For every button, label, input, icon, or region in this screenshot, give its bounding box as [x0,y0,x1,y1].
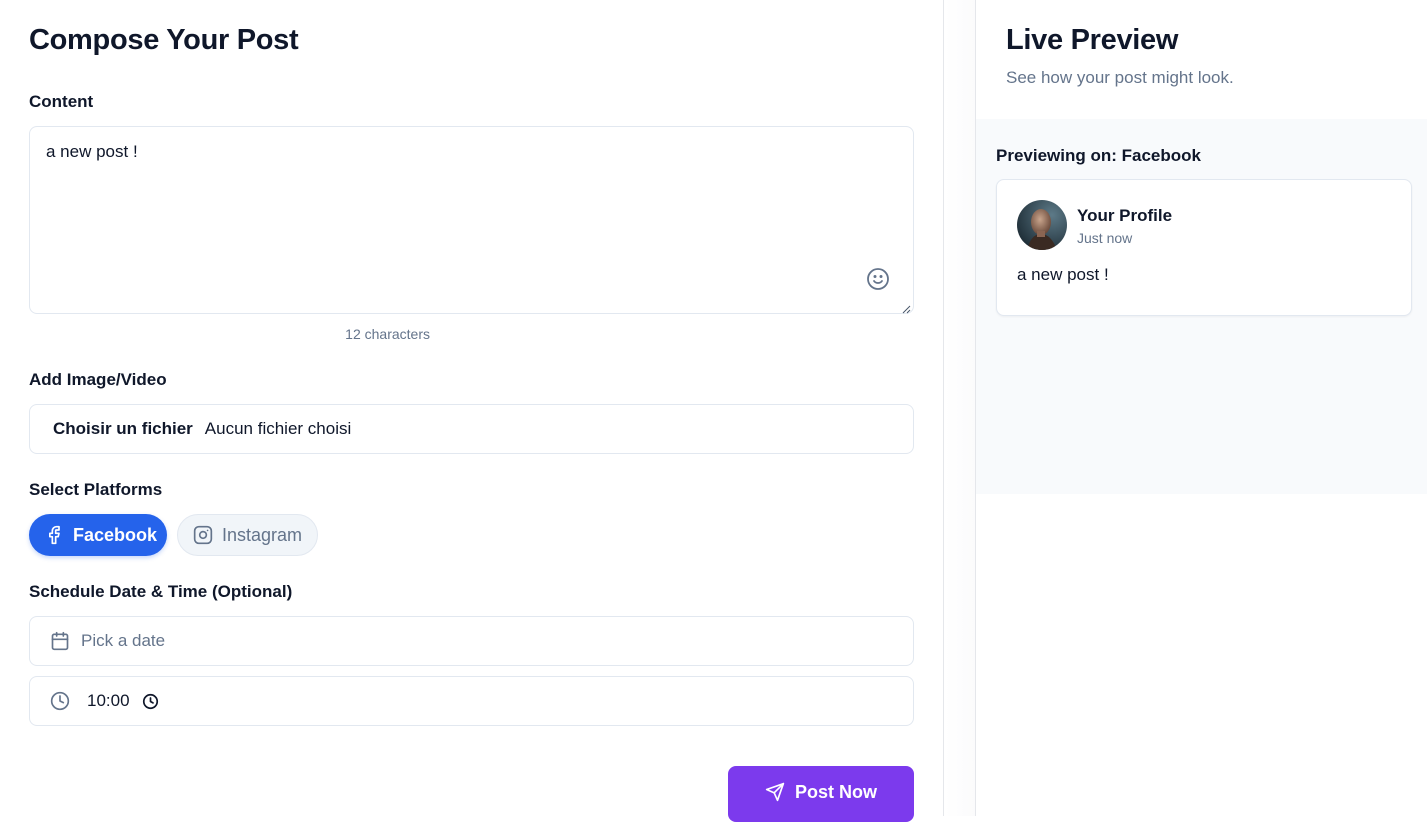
file-upload-input[interactable]: Choisir un fichier Aucun fichier choisi [29,404,914,454]
content-label: Content [29,92,94,111]
platform-instagram-label: Instagram [222,524,303,545]
character-count: 12 characters [345,326,430,342]
date-placeholder: Pick a date [81,631,166,650]
preview-subtitle: See how your post might look. [1006,68,1234,87]
platform-facebook-label: Facebook [73,524,158,545]
file-status: Aucun fichier choisi [204,419,352,438]
platforms-label: Select Platforms [29,480,163,499]
clock-icon [50,691,70,711]
avatar [1017,200,1067,250]
previewing-platform-label: Previewing on: Facebook [996,146,1201,165]
preview-post-text: a new post ! [1017,265,1109,284]
platform-facebook-button[interactable]: Facebook [29,514,167,556]
preview-area: Previewing on: Facebook Your Profile Jus… [976,119,1427,494]
compose-panel: Compose Your Post Content a new post ! 1… [0,0,944,822]
time-value: 10:00 [87,691,130,710]
time-input[interactable]: 10:00 [29,676,914,726]
schedule-label: Schedule Date & Time (Optional) [29,582,293,601]
panel-gap [945,0,975,816]
content-text: a new post ! [46,142,138,161]
post-now-label: Post Now [794,781,877,802]
resize-handle-icon[interactable] [901,301,911,314]
compose-title: Compose Your Post [29,24,299,56]
choose-file-button[interactable]: Choisir un fichier [53,419,193,439]
calendar-icon [50,631,70,651]
post-preview-card: Your Profile Just now a new post ! [996,179,1412,316]
platform-instagram-button[interactable]: Instagram [177,514,318,556]
send-icon [765,782,785,802]
preview-title: Live Preview [1006,24,1179,56]
post-now-button[interactable]: Post Now [728,766,914,822]
time-picker-icon[interactable] [142,693,159,710]
date-picker-button[interactable]: Pick a date [29,616,914,666]
preview-panel: Live Preview See how your post might loo… [975,0,1427,816]
content-textarea[interactable]: a new post ! [29,126,914,314]
emoji-picker-icon[interactable] [865,266,891,292]
facebook-icon [44,524,64,546]
instagram-icon [193,524,213,546]
post-time: Just now [1077,230,1133,246]
profile-name: Your Profile [1077,206,1173,225]
media-label: Add Image/Video [29,370,167,389]
